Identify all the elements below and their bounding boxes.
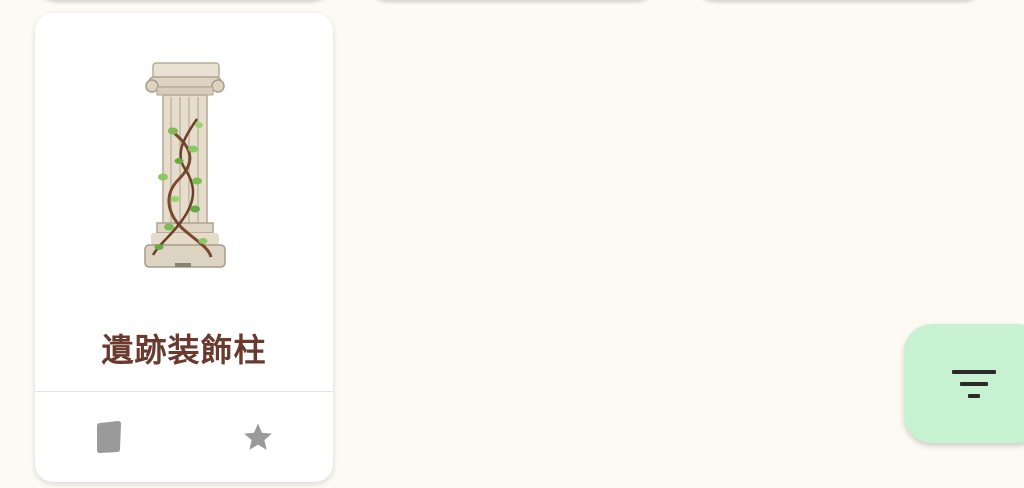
item-card[interactable]: 遺跡装飾柱 (35, 13, 333, 482)
filter-button[interactable] (904, 324, 1024, 443)
catalog-card-button[interactable] (89, 417, 129, 457)
item-name: 遺跡装飾柱 (101, 331, 267, 369)
item-image (144, 62, 226, 268)
star-icon (244, 423, 272, 450)
filter-icon (952, 370, 996, 398)
card-divider (35, 391, 333, 392)
favorite-button[interactable] (238, 417, 278, 457)
card-icon (97, 421, 121, 453)
item-grid: 遺跡装飾柱 (0, 0, 1024, 488)
